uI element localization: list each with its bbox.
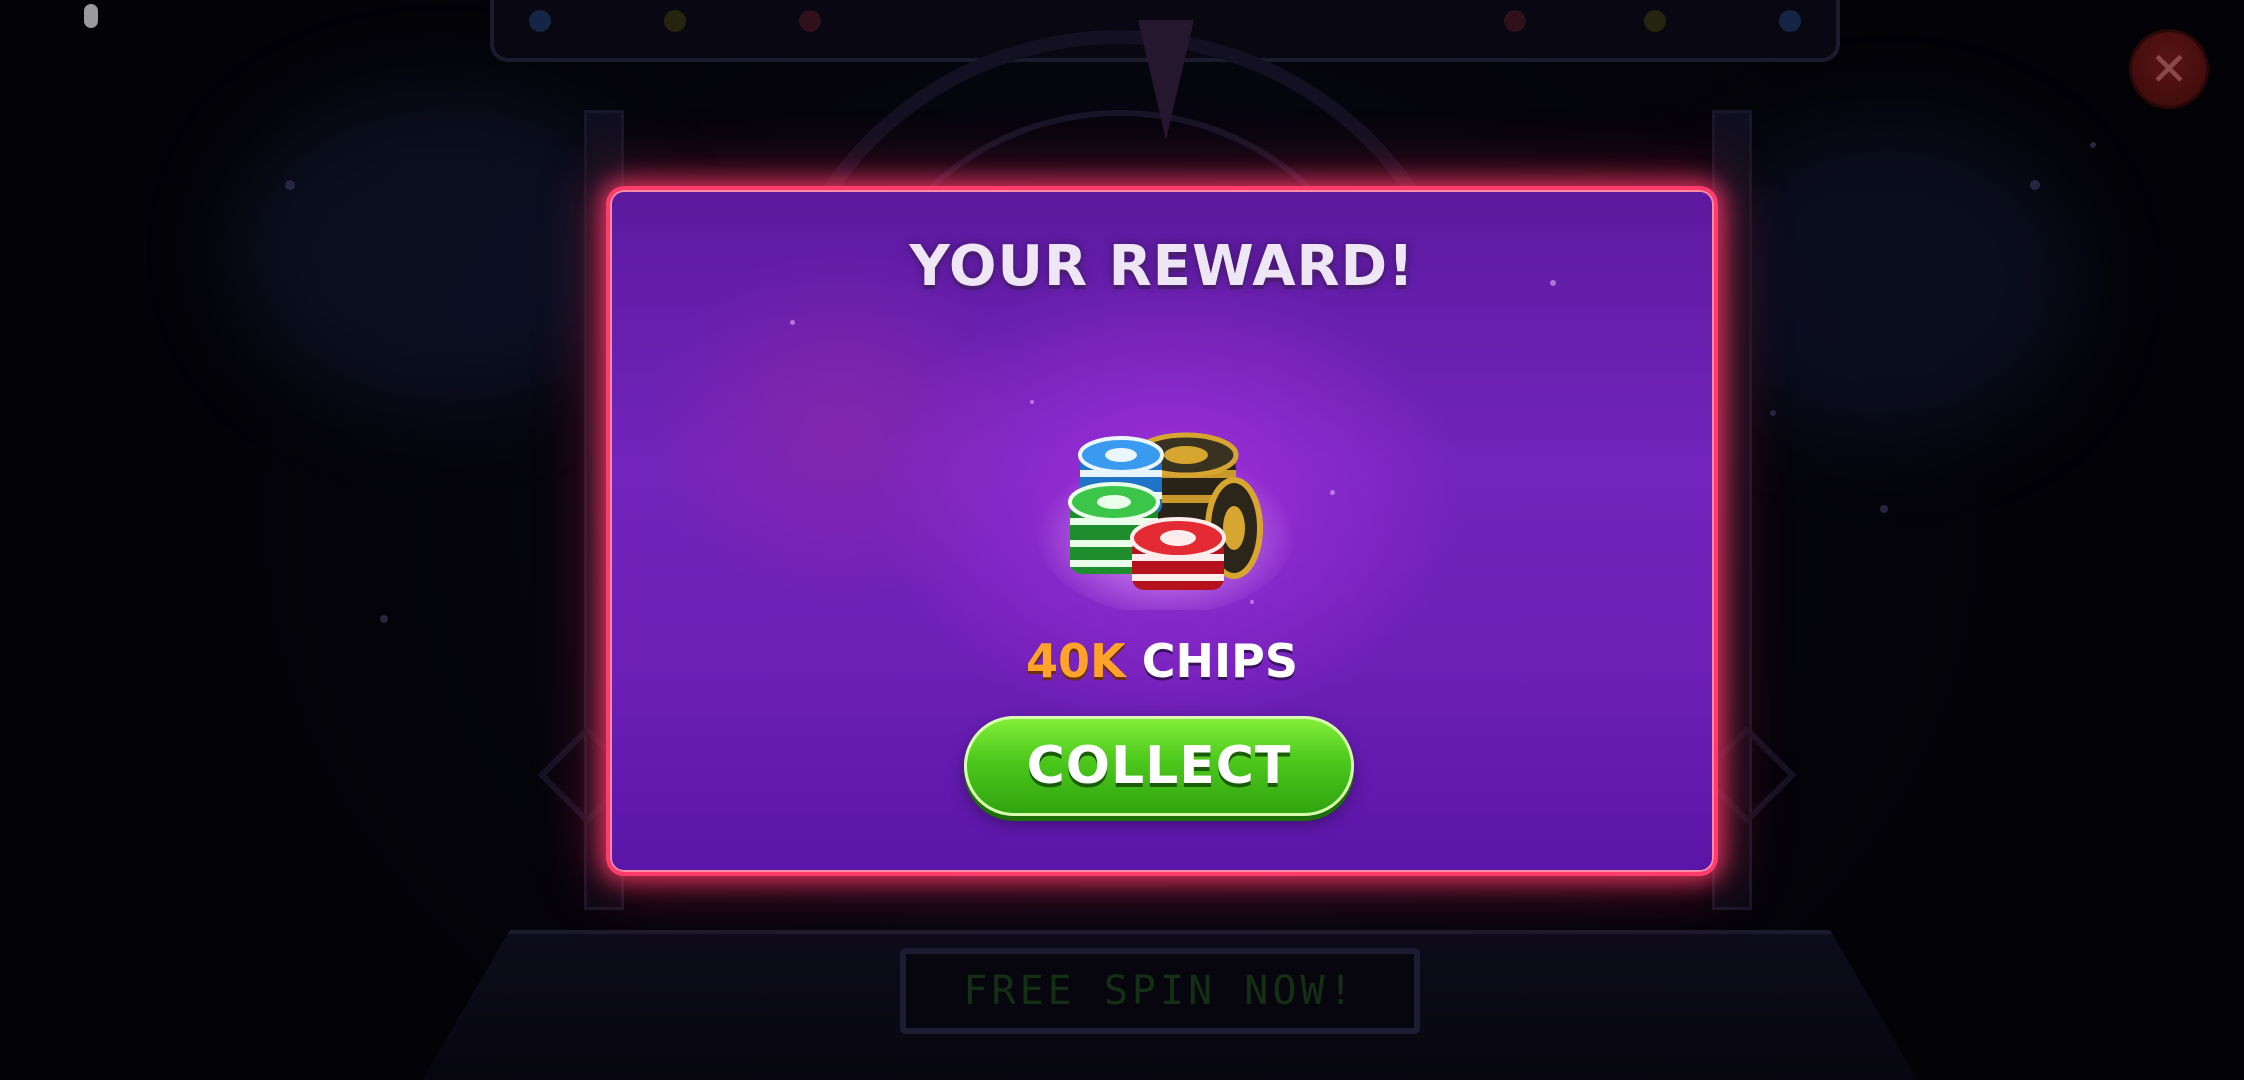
reward-amount-line: 40K CHIPS bbox=[610, 638, 1714, 684]
sparkle bbox=[790, 320, 795, 325]
status-indicator bbox=[84, 4, 98, 28]
red-chip-stack bbox=[1130, 517, 1226, 590]
collect-button[interactable]: COLLECT bbox=[964, 716, 1354, 816]
collect-button-label: COLLECT bbox=[1026, 736, 1292, 796]
reward-amount: 40K bbox=[1026, 634, 1126, 688]
game-screen: FREE SPIN NOW! ✕ YOUR REWARD! 40K CHIPS … bbox=[0, 0, 2244, 1080]
sparkle bbox=[1330, 490, 1335, 495]
reward-unit: CHIPS bbox=[1141, 634, 1298, 688]
close-button[interactable]: ✕ bbox=[2132, 32, 2206, 106]
poker-chips-icon bbox=[1036, 432, 1296, 610]
close-icon: ✕ bbox=[2149, 42, 2189, 96]
modal-title: YOUR REWARD! bbox=[909, 234, 1415, 299]
reward-modal: YOUR REWARD! 40K CHIPS COLLECT bbox=[606, 186, 1718, 876]
sparkle bbox=[1030, 400, 1034, 404]
